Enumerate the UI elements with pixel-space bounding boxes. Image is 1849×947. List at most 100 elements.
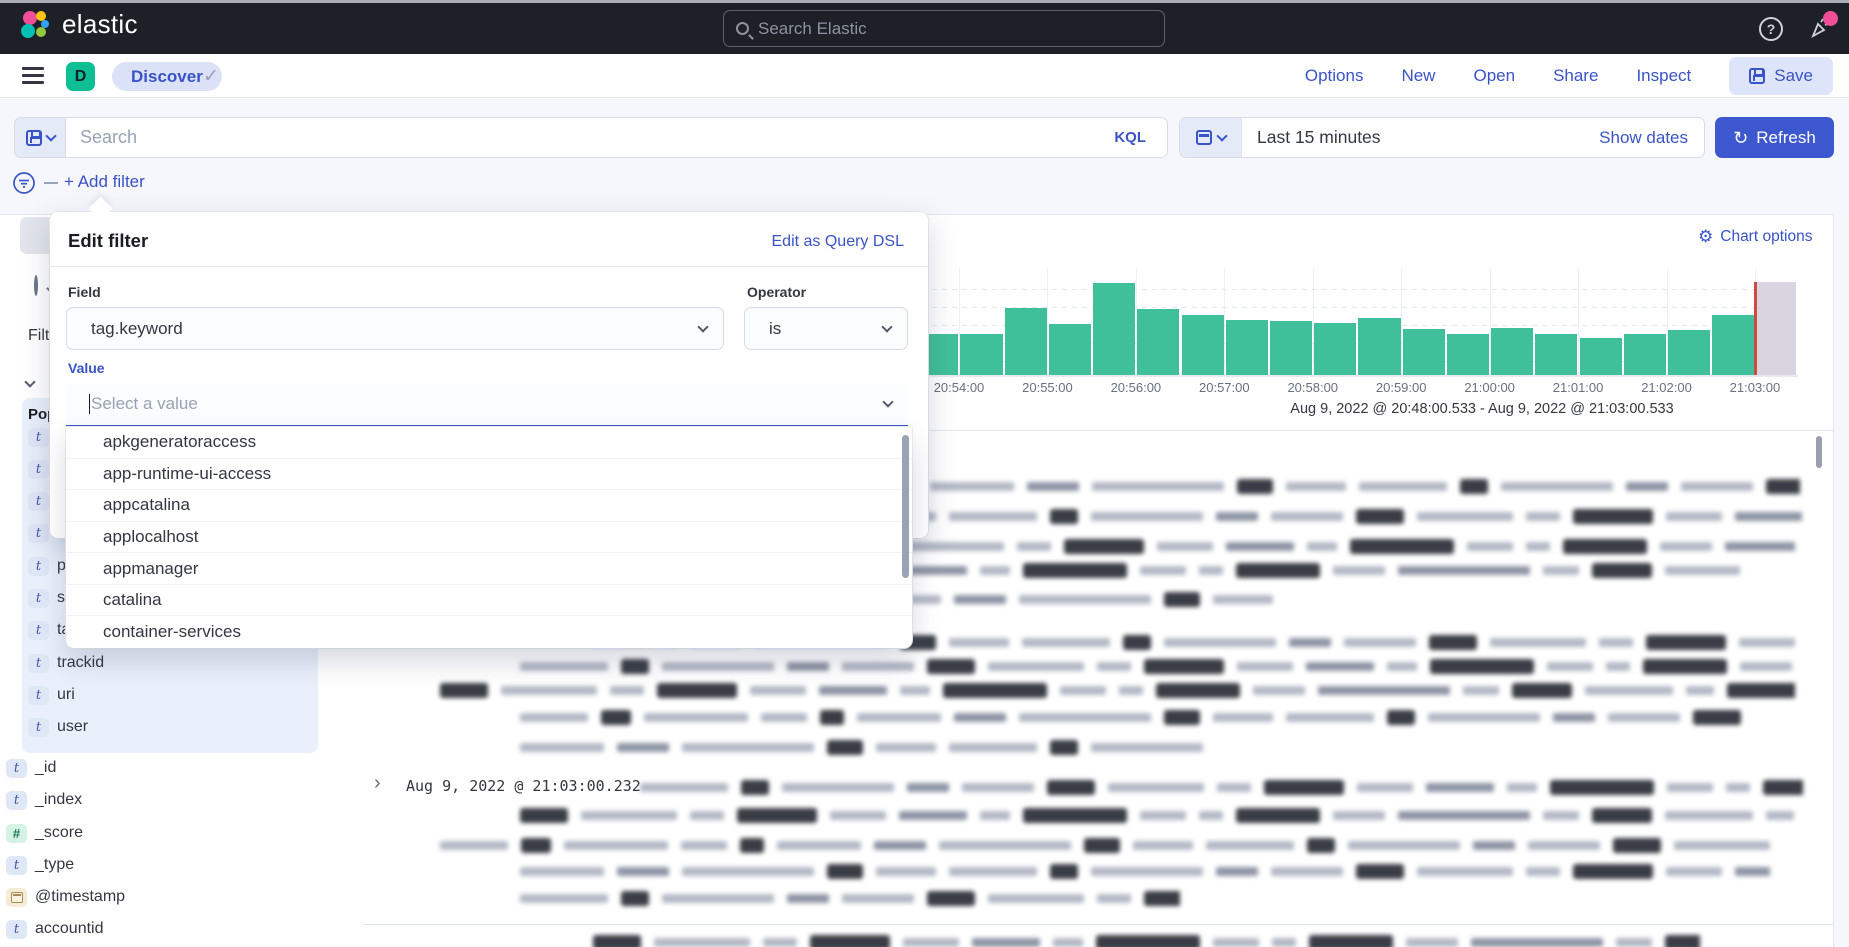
histogram-bar[interactable]: [1137, 309, 1179, 375]
edit-as-query-dsl-link[interactable]: Edit as Query DSL: [772, 233, 905, 251]
histogram-bar[interactable]: [1226, 320, 1268, 375]
fields-accordion-chevron[interactable]: [26, 373, 34, 391]
value-combobox-input[interactable]: [91, 394, 830, 414]
elastic-logo-icon: [20, 10, 50, 40]
field-type-keyword-icon: t: [6, 791, 27, 810]
open-button[interactable]: Open: [1473, 66, 1515, 86]
option-row[interactable]: appmanager: [66, 553, 912, 585]
redacted-line: [520, 889, 1180, 907]
horizontal-gridline: [932, 307, 1796, 308]
option-row[interactable]: applocalhost: [66, 522, 912, 554]
histogram-bar[interactable]: [1535, 334, 1577, 375]
histogram-bar[interactable]: [960, 334, 1002, 375]
field-type-number-icon: #: [6, 824, 27, 843]
field-row[interactable]: turi: [28, 682, 75, 708]
field-type-keyword-icon: t: [28, 621, 49, 640]
field-type-keyword-icon: t: [6, 920, 27, 939]
expand-row-chevron-icon[interactable]: ›: [374, 773, 381, 793]
text-cursor: [89, 394, 90, 414]
histogram-bar[interactable]: [1093, 283, 1135, 375]
chevron-down-icon: [881, 321, 892, 332]
redacted-line: [640, 778, 1803, 796]
redacted-line: [520, 708, 1750, 726]
logo-text: elastic: [62, 9, 138, 40]
option-row[interactable]: app-runtime-ui-access: [66, 459, 912, 491]
new-button[interactable]: New: [1401, 66, 1435, 86]
notification-dot: [1823, 11, 1838, 26]
inspect-button[interactable]: Inspect: [1636, 66, 1691, 86]
chart-options-button[interactable]: ⚙ Chart options: [1698, 228, 1812, 246]
field-name: _index: [35, 791, 82, 809]
global-search-input[interactable]: [758, 19, 1152, 39]
field-type-keyword-icon: t: [28, 718, 49, 737]
save-button[interactable]: Save: [1729, 57, 1833, 95]
field-type-keyword-icon: t: [6, 759, 27, 778]
field-name: user: [57, 718, 88, 736]
histogram-bar[interactable]: [1668, 330, 1710, 375]
field-name: accountid: [35, 920, 104, 938]
x-axis-tick-label: 21:01:00: [1533, 380, 1623, 395]
redacted-line: [593, 933, 1700, 947]
field-row[interactable]: # _score: [6, 820, 83, 846]
field-row[interactable]: t_type: [6, 852, 74, 878]
help-icon[interactable]: ?: [1759, 17, 1783, 41]
share-button[interactable]: Share: [1553, 66, 1598, 86]
field-type-keyword-icon: t: [28, 557, 49, 576]
field-search-icon[interactable]: [34, 277, 38, 295]
histogram-bar[interactable]: [1491, 328, 1533, 375]
option-row[interactable]: catalina: [66, 585, 912, 617]
histogram-bar[interactable]: [1403, 329, 1445, 375]
menu-icon[interactable]: [22, 67, 44, 84]
histogram-bar[interactable]: [1580, 338, 1622, 375]
field-name: _score: [35, 824, 83, 842]
field-row[interactable]: t_id: [6, 755, 56, 781]
histogram-bar[interactable]: [1624, 334, 1666, 375]
popover-title: Edit filter: [68, 230, 148, 252]
save-button-label: Save: [1774, 66, 1813, 86]
field-select[interactable]: tag.keyword: [66, 307, 724, 350]
field-row[interactable]: tuser: [28, 714, 88, 740]
listbox-scrollbar-thumb[interactable]: [902, 435, 909, 578]
checkmark-icon: ✓: [203, 65, 219, 88]
field-row[interactable]: tta: [28, 617, 70, 643]
value-options-listbox: apkgeneratoraccessapp-runtime-ui-accessa…: [66, 427, 912, 648]
histogram-bar[interactable]: [1005, 308, 1047, 375]
option-row[interactable]: apkgeneratoraccess: [66, 427, 912, 459]
popover-divider: [50, 266, 928, 267]
x-axis-tick-label: 20:58:00: [1268, 380, 1358, 395]
value-combobox[interactable]: [66, 383, 908, 427]
global-search[interactable]: [723, 10, 1165, 47]
field-row[interactable]: tst: [28, 585, 69, 611]
gear-icon: ⚙: [1698, 229, 1713, 246]
newsfeed-button[interactable]: [1807, 15, 1835, 43]
operator-select[interactable]: is: [744, 307, 908, 350]
field-row[interactable]: @timestamp: [6, 884, 125, 910]
x-axis-tick-label: 21:03:00: [1710, 380, 1800, 395]
field-row[interactable]: ttrackid: [28, 650, 104, 676]
chart-time-range-subtitle: Aug 9, 2022 @ 20:48:00.533 - Aug 9, 2022…: [882, 401, 1849, 417]
field-row[interactable]: t accountid: [6, 916, 104, 942]
field-row[interactable]: t _index: [6, 787, 82, 813]
space-avatar[interactable]: D: [66, 62, 95, 91]
histogram-bar[interactable]: [1712, 315, 1754, 375]
document-timestamp: Aug 9, 2022 @ 21:03:00.232: [406, 777, 641, 795]
redacted-line: [440, 681, 1795, 699]
histogram-bar[interactable]: [1314, 323, 1356, 375]
options-button[interactable]: Options: [1305, 66, 1364, 86]
field-row[interactable]: tpr: [28, 553, 71, 579]
histogram-bar[interactable]: [1182, 315, 1224, 375]
elastic-logo[interactable]: elastic: [20, 9, 138, 40]
field-type-keyword-icon: t: [28, 686, 49, 705]
x-axis-tick-label: 20:57:00: [1179, 380, 1269, 395]
redacted-line: [440, 836, 1795, 854]
option-row[interactable]: appcatalina: [66, 490, 912, 522]
option-row[interactable]: container-services: [66, 616, 912, 648]
redacted-line: [520, 657, 1800, 675]
histogram-bar[interactable]: [1049, 324, 1091, 375]
operator-select-value: is: [769, 319, 781, 339]
histogram-bar[interactable]: [1358, 318, 1400, 375]
histogram-bar[interactable]: [1270, 321, 1312, 375]
histogram-bar[interactable]: [1447, 334, 1489, 375]
field-name: @timestamp: [35, 888, 125, 906]
global-header: elastic ?: [0, 3, 1849, 54]
